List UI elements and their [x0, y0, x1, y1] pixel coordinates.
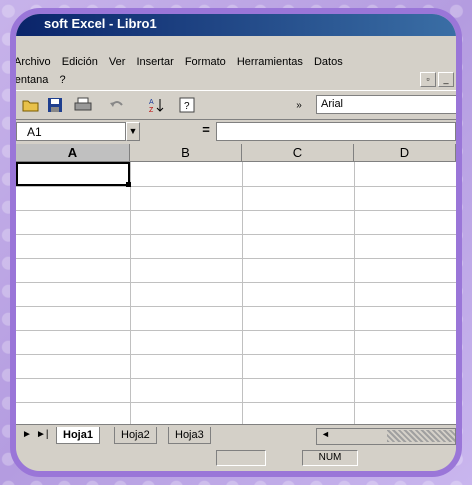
print-icon[interactable]: [72, 95, 94, 115]
sheet-tab-bar: ► ►| Hoja1 Hoja2 Hoja3 ◄: [16, 424, 456, 447]
toolbar-overflow-icon[interactable]: »: [288, 95, 310, 115]
font-name-box[interactable]: Arial: [316, 95, 456, 114]
row-divider: [16, 234, 456, 235]
menu-ventana[interactable]: Ventana: [16, 70, 52, 90]
menu-insertar[interactable]: Insertar: [132, 52, 177, 72]
sheet-tab-hoja2[interactable]: Hoja2: [114, 427, 157, 444]
decorative-frame-background: soft Excel - Libro1 Archivo Edición Ver …: [0, 0, 472, 485]
formula-bar: A1 ▼ =: [16, 120, 456, 144]
help-icon[interactable]: ?: [176, 95, 198, 115]
standard-toolbar: AZ ? » Arial: [16, 90, 456, 120]
menu-row-second: Ventana ?: [16, 70, 70, 90]
column-divider: [130, 162, 131, 424]
menu-datos[interactable]: Datos: [310, 52, 347, 72]
open-folder-icon[interactable]: [20, 95, 42, 115]
column-header-b[interactable]: B: [130, 144, 242, 162]
row-divider: [16, 306, 456, 307]
excel-window: soft Excel - Libro1 Archivo Edición Ver …: [10, 8, 462, 477]
column-header-a[interactable]: A: [16, 144, 130, 162]
sheet-tab-hoja3[interactable]: Hoja3: [168, 427, 211, 444]
column-header-c[interactable]: C: [242, 144, 354, 162]
name-box[interactable]: A1: [16, 122, 126, 141]
row-divider: [16, 210, 456, 211]
worksheet-grid[interactable]: A B C D: [16, 144, 456, 424]
column-divider: [354, 162, 355, 424]
svg-text:Z: Z: [149, 107, 154, 113]
fill-handle[interactable]: [126, 182, 131, 187]
active-cell[interactable]: [16, 162, 130, 186]
status-bar: NUM: [16, 446, 456, 471]
menu-formato[interactable]: Formato: [181, 52, 230, 72]
menu-ver[interactable]: Ver: [105, 52, 130, 72]
status-num-indicator: NUM: [302, 450, 358, 466]
horizontal-scrollbar[interactable]: ◄: [316, 428, 456, 445]
window-title-bar: soft Excel - Libro1: [16, 14, 456, 36]
window-title: soft Excel - Libro1: [44, 16, 157, 31]
restore-button[interactable]: ▫: [420, 72, 436, 87]
menu-help[interactable]: ?: [55, 70, 69, 90]
workbook-window-controls: ▫ _: [420, 72, 454, 87]
column-divider: [242, 162, 243, 424]
menu-archivo[interactable]: Archivo: [16, 52, 55, 72]
undo-icon[interactable]: [106, 95, 128, 115]
formula-equals-sign[interactable]: =: [196, 122, 216, 141]
row-divider: [16, 402, 456, 403]
row-divider: [16, 354, 456, 355]
row-divider: [16, 378, 456, 379]
menu-row-main: Archivo Edición Ver Insertar Formato Her…: [16, 52, 347, 72]
column-header-d[interactable]: D: [354, 144, 456, 162]
save-icon[interactable]: [44, 95, 66, 115]
row-divider: [16, 258, 456, 259]
row-divider: [16, 282, 456, 283]
name-box-dropdown-icon[interactable]: ▼: [126, 122, 140, 141]
formula-input[interactable]: [216, 122, 456, 141]
svg-text:?: ?: [184, 101, 190, 112]
svg-text:A: A: [149, 99, 154, 106]
row-divider: [16, 186, 456, 187]
row-divider: [16, 330, 456, 331]
menu-edicion[interactable]: Edición: [58, 52, 102, 72]
minimize-button[interactable]: _: [438, 72, 454, 87]
tab-last-icon[interactable]: ►|: [36, 429, 49, 440]
menu-bar: Archivo Edición Ver Insertar Formato Her…: [16, 36, 456, 90]
status-panel-blank: [216, 450, 266, 466]
scroll-left-icon[interactable]: ◄: [321, 429, 330, 439]
menu-herramientas[interactable]: Herramientas: [233, 52, 307, 72]
sheet-tab-hoja1[interactable]: Hoja1: [56, 427, 100, 444]
scroll-thumb[interactable]: [387, 430, 455, 442]
sort-asc-icon[interactable]: AZ: [146, 95, 168, 115]
tab-next-icon[interactable]: ►: [22, 429, 32, 440]
